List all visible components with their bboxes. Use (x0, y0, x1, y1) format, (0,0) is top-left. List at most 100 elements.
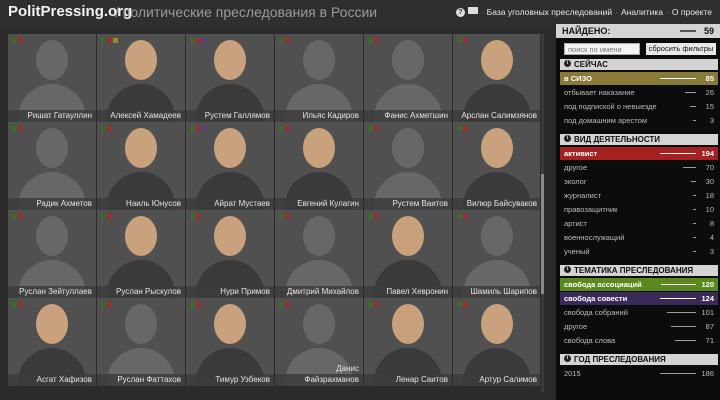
person-card[interactable]: Фанис Ахметшин (364, 34, 452, 122)
person-name: Руслан Рыскулов (97, 286, 185, 298)
reset-filters-button[interactable]: сбросить фильтры (646, 43, 716, 55)
filter-option-bar (660, 373, 696, 374)
category-flag (18, 126, 23, 131)
nav-link-database[interactable]: База уголовных преследований (487, 7, 612, 17)
filter-option[interactable]: свобода слова 71 (560, 334, 718, 347)
question-icon[interactable]: ? (455, 7, 465, 17)
info-icon[interactable]: i (564, 355, 571, 363)
category-flag (279, 126, 284, 131)
person-card[interactable]: Руслан Фаттахов (97, 298, 185, 386)
mail-icon[interactable] (467, 7, 478, 17)
found-label: НАЙДЕНО: (562, 26, 611, 36)
grid-scrollbar[interactable] (541, 34, 544, 392)
info-icon[interactable]: i (564, 266, 571, 274)
person-card[interactable]: Ильяс Кадиров (275, 34, 363, 122)
filter-option[interactable]: артист 8 (560, 217, 718, 230)
filter-option-label: в СИЗО (564, 74, 592, 83)
filter-option[interactable]: журналист 18 (560, 189, 718, 202)
nav-link-analytics[interactable]: Аналитика (621, 7, 663, 17)
filter-option[interactable]: другое 87 (560, 320, 718, 333)
person-card[interactable]: Ленар Саитов (364, 298, 452, 386)
site-logo[interactable]: PolitPressing.org (8, 3, 132, 20)
filter-option-bar (660, 298, 696, 299)
filter-option-count: 85 (705, 74, 714, 83)
person-card[interactable]: Рустем Ваитов (364, 122, 452, 210)
filter-option[interactable]: ученый 3 (560, 245, 718, 258)
person-card[interactable]: Павел Хевронин (364, 210, 452, 298)
name-search-input[interactable] (564, 43, 640, 55)
person-card[interactable]: Артур Салимов (453, 298, 540, 386)
person-name: Айрат Мустаев (186, 198, 274, 210)
avatar-placeholder-icon (107, 304, 175, 386)
person-card[interactable]: Вилюр Байсуваков (453, 122, 540, 210)
filter-section-header[interactable]: i ГОД ПРЕСЛЕДОВАНИЯ (560, 354, 718, 365)
category-flag (12, 302, 17, 307)
person-card[interactable]: Тимур Узбеков (186, 298, 274, 386)
filter-option-label: отбывает наказание (564, 88, 635, 97)
filter-option[interactable]: 2015 186 (560, 367, 718, 380)
person-card[interactable]: Руслан Рыскулов (97, 210, 185, 298)
person-card[interactable]: Асгат Хафизов (8, 298, 96, 386)
person-photo (285, 128, 353, 210)
filter-option[interactable]: эколог 30 (560, 175, 718, 188)
filter-option-count: 26 (705, 88, 714, 97)
filter-option[interactable]: правозащитник 10 (560, 203, 718, 216)
category-flag (12, 126, 17, 131)
filter-section-title: СЕЙЧАС (574, 60, 608, 69)
person-name: Руслан Зейтуллаев (8, 286, 96, 298)
person-card[interactable]: Наиль Юнусов (97, 122, 185, 210)
filter-section-header[interactable]: i СЕЙЧАС (560, 59, 718, 70)
filter-option-count: 186 (701, 369, 714, 378)
person-card[interactable]: Руслан Зейтуллаев (8, 210, 96, 298)
category-flag (457, 126, 462, 131)
person-card[interactable]: Рустем Галлямов (186, 34, 274, 122)
person-card[interactable]: Ришат Гатауллин (8, 34, 96, 122)
category-flag (374, 126, 379, 131)
filter-option-label: другое (564, 322, 588, 331)
scrollbar-thumb[interactable] (541, 174, 544, 294)
info-icon[interactable]: i (564, 60, 571, 68)
filter-section-header[interactable]: i ВИД ДЕЯТЕЛЬНОСТИ (560, 134, 718, 145)
person-photo (196, 40, 264, 122)
filter-option[interactable]: свобода совести 124 (560, 292, 718, 305)
person-card[interactable]: Арслан Салимзянов (453, 34, 540, 122)
avatar-placeholder-icon (463, 216, 531, 298)
person-card[interactable]: Дмитрий Михайлов (275, 210, 363, 298)
nav-link-about[interactable]: О проекте (672, 7, 712, 17)
filter-option[interactable]: свобода собраний 101 (560, 306, 718, 319)
person-photo (463, 40, 531, 122)
info-icon[interactable]: i (564, 135, 571, 143)
person-name: Асгат Хафизов (8, 374, 96, 386)
filter-option[interactable]: активист 194 (560, 147, 718, 160)
filter-option-label: свобода ассоциаций (564, 280, 642, 289)
person-name: Ленар Саитов (364, 374, 452, 386)
filter-option-count: 10 (705, 205, 714, 214)
person-name: Тимур Узбеков (186, 374, 274, 386)
person-card[interactable]: Алексей Хамадеев (97, 34, 185, 122)
person-card[interactable]: Данис Файзрахманов (275, 298, 363, 386)
filter-option-bar (661, 284, 696, 285)
filter-option-count: 120 (701, 280, 714, 289)
filter-section-header[interactable]: i ТЕМАТИКА ПРЕСЛЕДОВАНИЯ (560, 265, 718, 276)
filter-option[interactable]: под домашним арестом 3 (560, 114, 718, 127)
filter-option[interactable]: военнослужащий 4 (560, 231, 718, 244)
top-nav: ? · База уголовных преследований · Анали… (455, 7, 712, 17)
category-flag (285, 38, 290, 43)
filter-option-bar (660, 78, 696, 79)
category-flag (18, 302, 23, 307)
person-card[interactable]: Шамиль Шарипов (453, 210, 540, 298)
category-flag (101, 302, 106, 307)
person-card[interactable]: Айрат Мустаев (186, 122, 274, 210)
filter-option[interactable]: под подпиской о невыезде 15 (560, 100, 718, 113)
filter-option[interactable]: отбывает наказание 26 (560, 86, 718, 99)
filter-option[interactable]: свобода ассоциаций 120 (560, 278, 718, 291)
person-card[interactable]: Нури Примов (186, 210, 274, 298)
nav-separator: · (666, 7, 669, 17)
person-card[interactable]: Евгений Кулагин (275, 122, 363, 210)
filter-option[interactable]: в СИЗО 85 (560, 72, 718, 85)
category-flags (12, 126, 23, 131)
filter-option[interactable]: другое 70 (560, 161, 718, 174)
category-flag (368, 38, 373, 43)
filter-option-bar (660, 153, 696, 154)
person-card[interactable]: Радик Ахметов (8, 122, 96, 210)
